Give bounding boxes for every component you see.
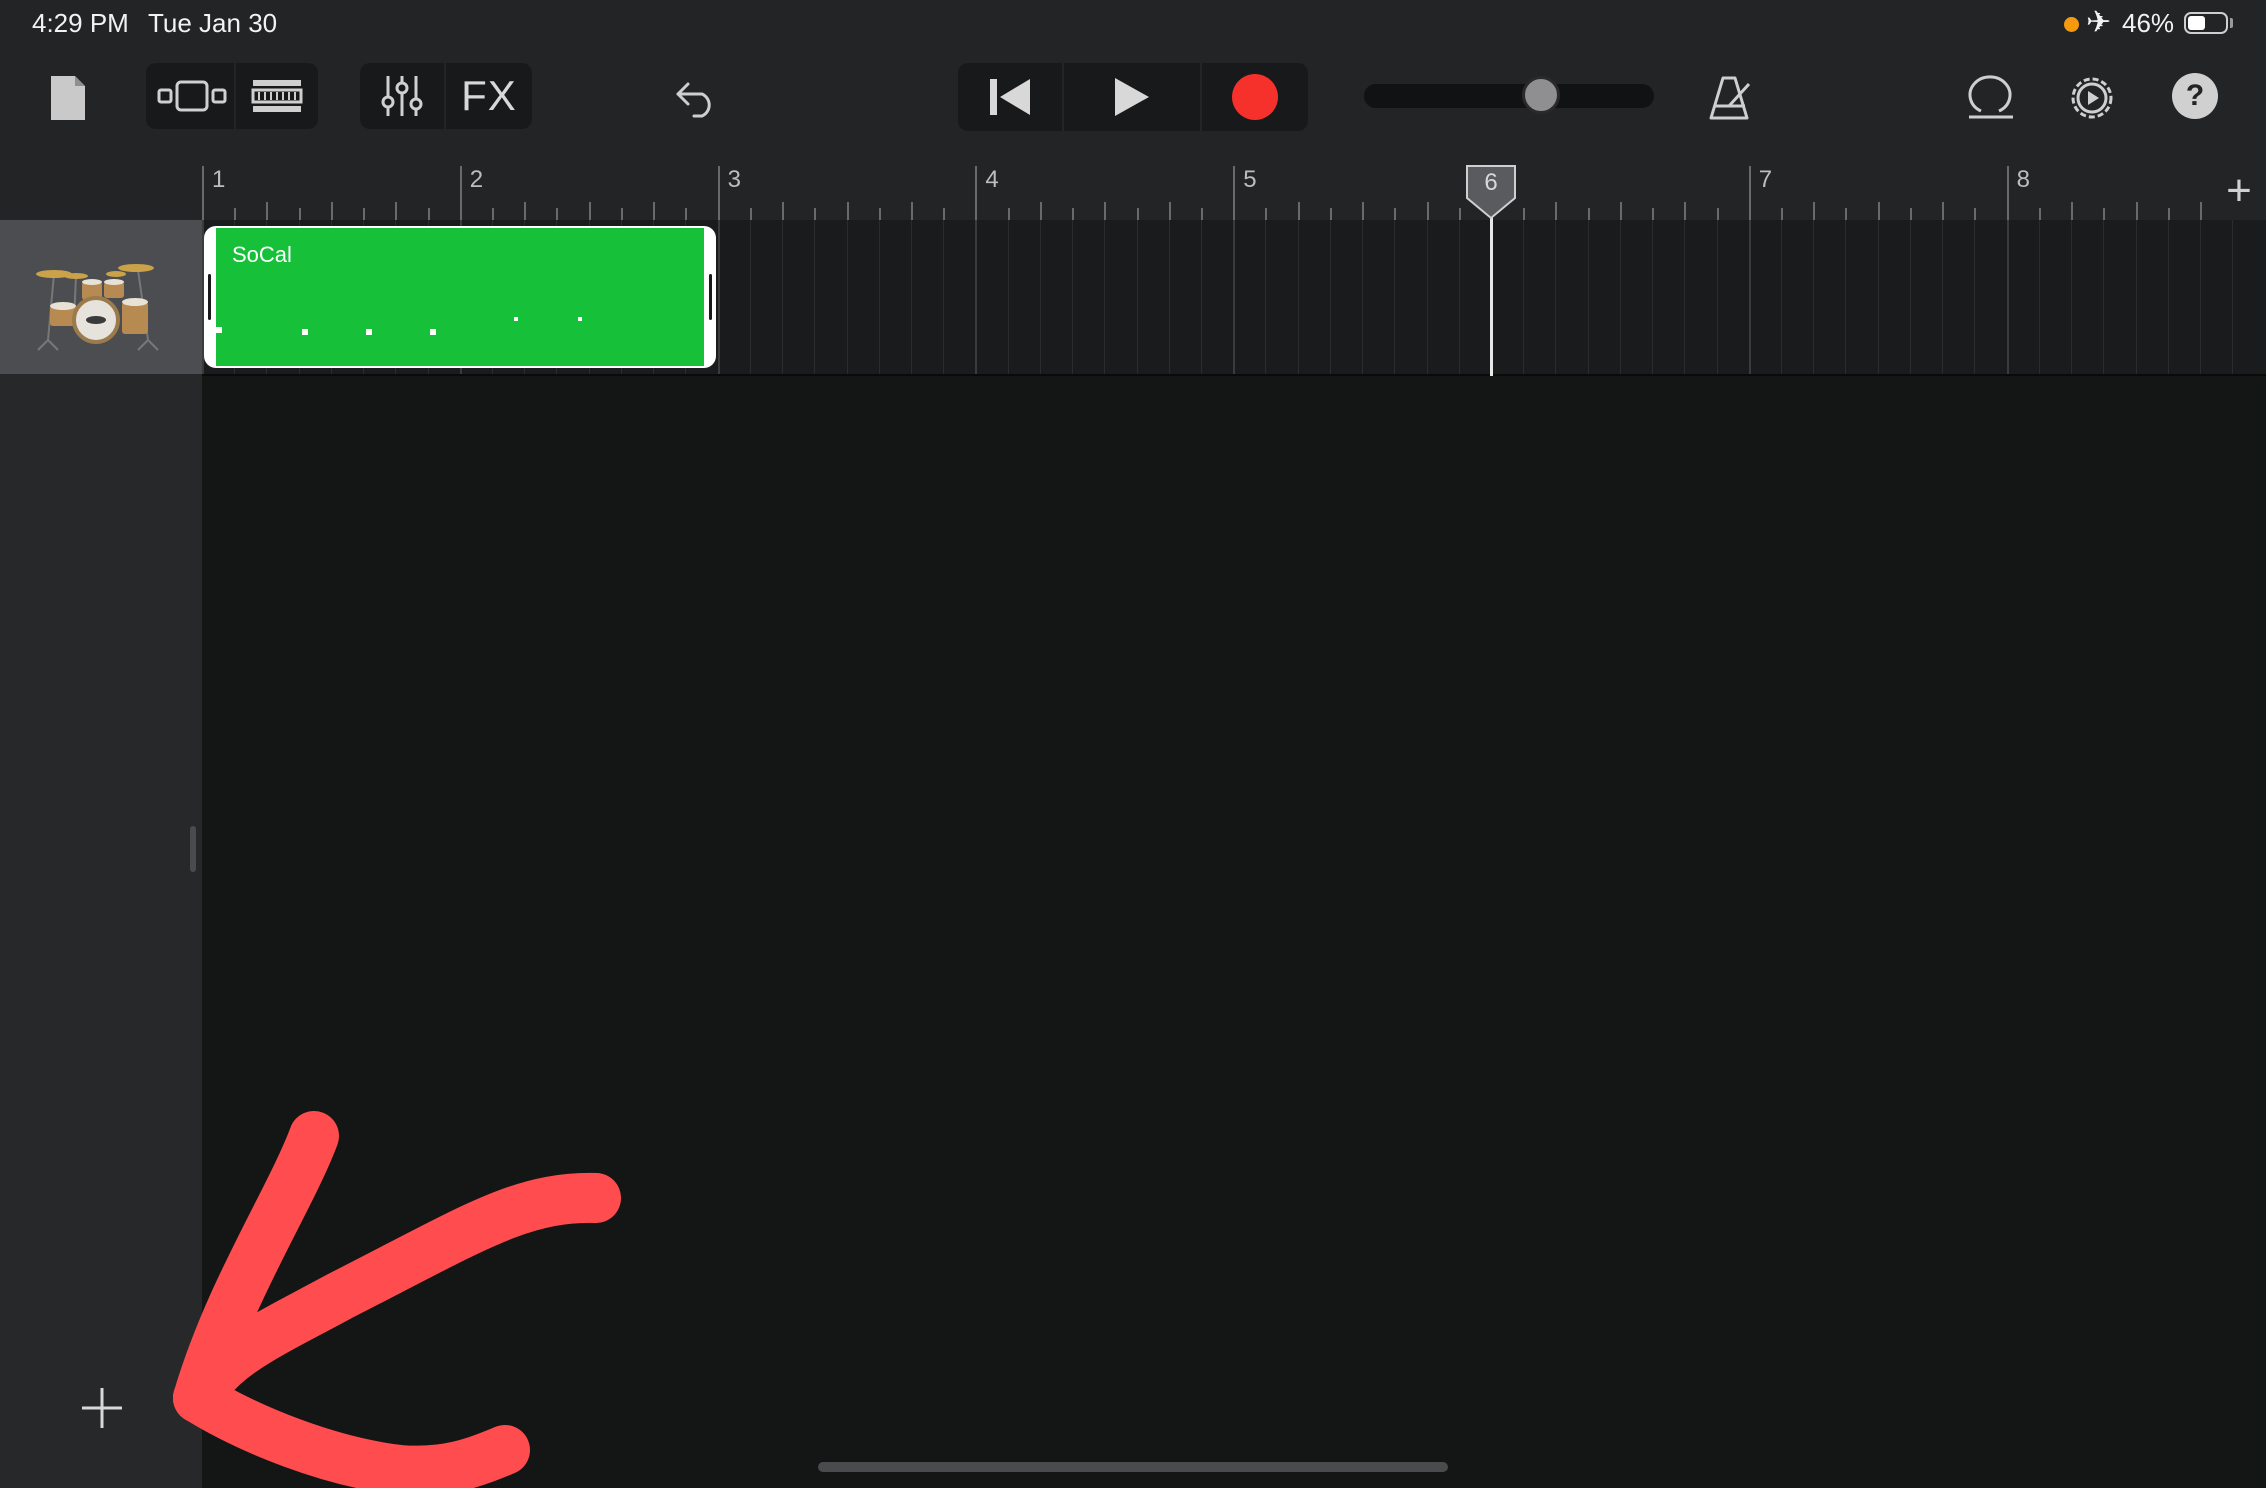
region-trim-handle-right[interactable] — [709, 274, 712, 320]
drum-kit-icon — [36, 264, 159, 351]
undo-button[interactable] — [664, 68, 730, 128]
battery-icon — [2184, 12, 2228, 34]
status-date: Tue Jan 30 — [148, 8, 278, 38]
ruler-bar-number: 2 — [469, 166, 484, 193]
master-volume-knob[interactable] — [1521, 76, 1560, 114]
fx-label: FX — [461, 72, 517, 119]
go-to-beginning-button[interactable] — [958, 63, 1062, 131]
loop-icon — [1968, 75, 2013, 119]
track-headers — [0, 220, 202, 1488]
track-header-drums[interactable] — [0, 220, 202, 374]
loop-browser-button[interactable] — [1962, 68, 2018, 128]
tracks-view-button[interactable] — [238, 63, 316, 129]
privacy-indicator-dot — [2064, 17, 2079, 32]
ruler-bar-number: 7 — [1758, 166, 1773, 193]
settings-icon — [2071, 77, 2113, 119]
mixer-button[interactable] — [360, 63, 444, 129]
battery-percent: 46% — [2122, 8, 2175, 38]
undo-icon — [676, 82, 711, 118]
my-songs-button[interactable] — [40, 68, 96, 128]
add-track-button[interactable] — [66, 1372, 138, 1444]
view-toggle-group — [146, 63, 318, 129]
ruler-bar-number: 4 — [985, 166, 999, 193]
status-bar: 4:29 PM Tue Jan 30 ✈ 46% — [0, 0, 2266, 50]
document-icon — [51, 76, 85, 120]
svg-text:6: 6 — [1484, 169, 1497, 196]
status-time: 4:29 PM — [32, 8, 129, 38]
home-indicator[interactable] — [818, 1462, 1448, 1472]
ruler-bar-number: 1 — [212, 166, 226, 193]
tracks-area-empty[interactable] — [202, 376, 2266, 1488]
ruler-bar-number: 5 — [1243, 166, 1257, 193]
mixer-fx-group: FX — [360, 63, 532, 129]
settings-button[interactable] — [2064, 68, 2120, 128]
playhead-handle[interactable]: 6 — [1463, 164, 1519, 220]
help-icon: ? — [2185, 79, 2205, 112]
help-button[interactable]: ? — [2172, 73, 2218, 119]
browser-button[interactable] — [150, 63, 234, 129]
column-resize-handle[interactable] — [190, 826, 196, 872]
go-to-beginning-icon — [990, 79, 1030, 115]
control-bar: FX ? — [0, 50, 2266, 162]
add-section-button[interactable]: + — [2212, 162, 2266, 220]
tracks-view-icon — [251, 80, 303, 112]
record-button[interactable] — [1202, 63, 1308, 131]
airplane-icon: ✈ — [2086, 6, 2112, 39]
plus-icon — [82, 1388, 122, 1428]
metronome-icon — [1709, 76, 1751, 120]
region-trim-handle-left[interactable] — [208, 274, 211, 320]
metronome-button[interactable] — [1700, 68, 1760, 128]
timeline-ruler[interactable]: 1 2 3 4 5 6 7 8 — [202, 162, 2212, 220]
drummer-region[interactable]: SoCal — [204, 226, 716, 368]
mixer-sliders-icon — [381, 76, 423, 116]
play-button[interactable] — [1064, 63, 1200, 131]
fx-button[interactable]: FX — [446, 63, 532, 129]
transport-controls — [958, 63, 1308, 131]
ruler-bar-number: 8 — [2016, 166, 2030, 193]
region-label: SoCal — [232, 242, 292, 267]
play-icon — [1115, 78, 1149, 116]
browser-view-icon — [157, 80, 227, 112]
master-volume-slider[interactable] — [1364, 76, 1654, 114]
ruler-bar-number: 3 — [727, 166, 741, 193]
record-icon — [1232, 74, 1278, 120]
